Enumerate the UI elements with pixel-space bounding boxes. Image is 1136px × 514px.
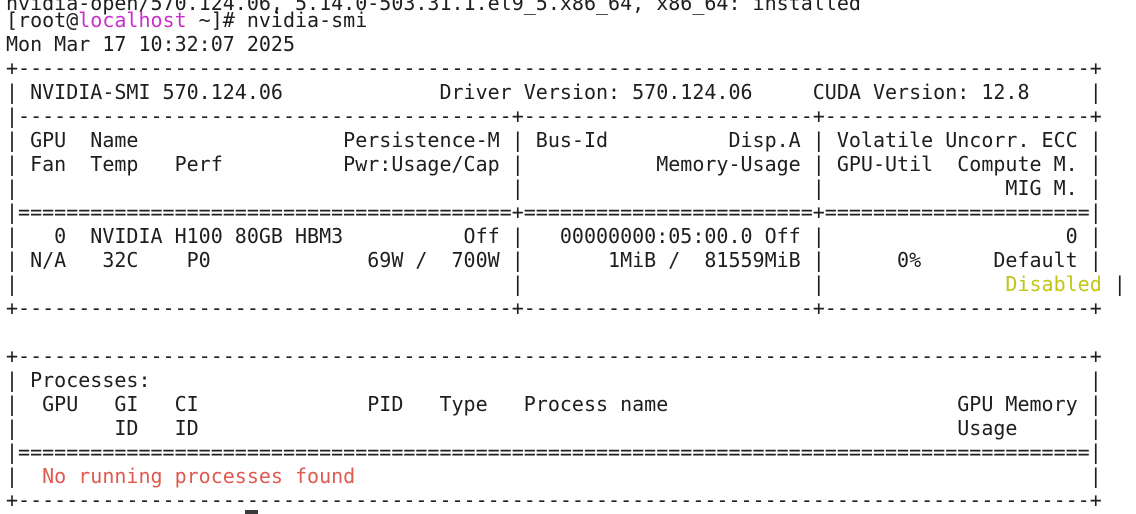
processes-border-top: +---------------------------------------… [6,344,1102,368]
mig-mode-value: Disabled [1005,272,1102,296]
empty-row-right: | [355,464,1102,488]
smi-border-top: +---------------------------------------… [6,56,1102,80]
terminal-window[interactable]: nvidia-open/570.124.06, 5.14.0-503.31.1.… [0,0,1136,514]
prompt-close: ~]# [186,8,247,32]
smi-header-row: | GPU Name Persistence-M | Bus-Id Disp.A… [6,128,1102,152]
timestamp-line: Mon Mar 17 10:32:07 2025 [6,32,295,56]
smi-version-row: | NVIDIA-SMI 570.124.06 Driver Version: … [6,80,1102,104]
gpu-row-right: | [1101,272,1126,296]
gpu-row: | | | Disabled | [6,272,1126,296]
smi-border-bottom: +---------------------------------------… [6,296,1102,320]
empty-row-left: | [6,464,43,488]
gpu-row: | 0 NVIDIA H100 80GB HBM3 Off | 00000000… [6,224,1102,248]
no-processes-message: No running processes found [42,464,356,488]
command-text: nvidia-smi [246,8,368,32]
terminal-cursor [245,510,258,514]
smi-header-row: | | | MIG M. | [6,176,1102,200]
processes-empty-row: | No running processes found | [6,464,1102,488]
gpu-row-left: | | | [6,272,1006,296]
shell-prompt-line: [root@localhost ~]# nvidia-smi [6,8,367,32]
smi-separator-double: |=======================================… [6,200,1102,224]
prompt-hostname: localhost [78,8,187,32]
processes-border-bottom: +---------------------------------------… [6,488,1102,512]
smi-separator: |---------------------------------------… [6,104,1102,128]
processes-title: | Processes: | [6,368,1102,392]
gpu-row: | N/A 32C P0 69W / 700W | 1MiB / 81559Mi… [6,248,1102,272]
processes-header-row: | ID ID Usage | [6,416,1102,440]
prompt-open: [root@ [6,8,79,32]
processes-header-row: | GPU GI CI PID Type Process name GPU Me… [6,392,1102,416]
smi-header-row: | Fan Temp Perf Pwr:Usage/Cap | Memory-U… [6,152,1102,176]
processes-separator-double: |=======================================… [6,440,1102,464]
